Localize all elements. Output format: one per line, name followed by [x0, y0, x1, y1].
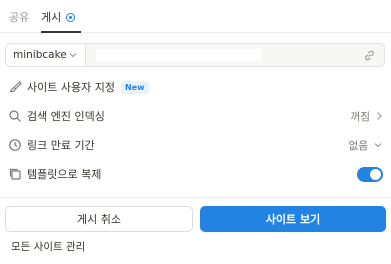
- unpublish-button-label: 게시 취소: [77, 213, 121, 226]
- divider: [0, 197, 391, 198]
- tab-publish[interactable]: 게시: [41, 9, 76, 25]
- brush-icon: [9, 81, 22, 93]
- search-indexing-label: 검색 엔진 인덱싱: [27, 110, 105, 123]
- active-tab-indicator: [41, 31, 81, 33]
- view-site-button[interactable]: 사이트 보기: [200, 206, 386, 232]
- search-indexing-value-wrap: 꺼짐: [351, 109, 383, 124]
- search-icon: [9, 110, 21, 122]
- link-expiry-value-wrap: 없음: [349, 138, 383, 153]
- search-indexing-value: 꺼짐: [350, 110, 370, 123]
- tab-share[interactable]: 공유: [9, 9, 29, 25]
- unpublish-button[interactable]: 게시 취소: [5, 206, 193, 232]
- manage-all-sites-link[interactable]: 모든 사이트 관리: [11, 239, 85, 254]
- clock-icon: [9, 139, 21, 151]
- duplicate-template-row: 템플릿으로 복제: [0, 163, 391, 185]
- domain-select[interactable]: minibcake: [6, 44, 86, 66]
- published-status-dot-icon: [66, 12, 76, 22]
- duplicate-template-toggle[interactable]: [357, 167, 383, 182]
- chevron-down-icon: [374, 143, 382, 148]
- search-indexing-row[interactable]: 검색 엔진 인덱싱 꺼짐: [0, 105, 391, 127]
- link-expiry-value: 없음: [348, 139, 368, 152]
- duplicate-template-label: 템플릿으로 복제: [27, 168, 102, 181]
- tab-bar: 공유 게시: [0, 0, 391, 33]
- customize-site-row[interactable]: 사이트 사용자 지정 New: [0, 76, 391, 98]
- domain-value: minibcake: [13, 49, 67, 61]
- new-badge: New: [121, 81, 149, 94]
- chevron-down-icon: [69, 53, 77, 58]
- link-expiry-row[interactable]: 링크 만료 기간 없음: [0, 134, 391, 156]
- tab-share-label: 공유: [9, 11, 30, 24]
- link-expiry-label: 링크 만료 기간: [27, 139, 95, 152]
- customize-site-label: 사이트 사용자 지정: [27, 81, 115, 94]
- tab-publish-label: 게시: [41, 11, 62, 24]
- site-url-bar: minibcake: [5, 43, 385, 67]
- view-site-button-label: 사이트 보기: [265, 213, 321, 226]
- duplicate-icon: [9, 168, 21, 180]
- site-url-field[interactable]: [96, 49, 261, 61]
- chevron-right-icon: [377, 112, 382, 120]
- copy-link-icon[interactable]: [363, 49, 376, 62]
